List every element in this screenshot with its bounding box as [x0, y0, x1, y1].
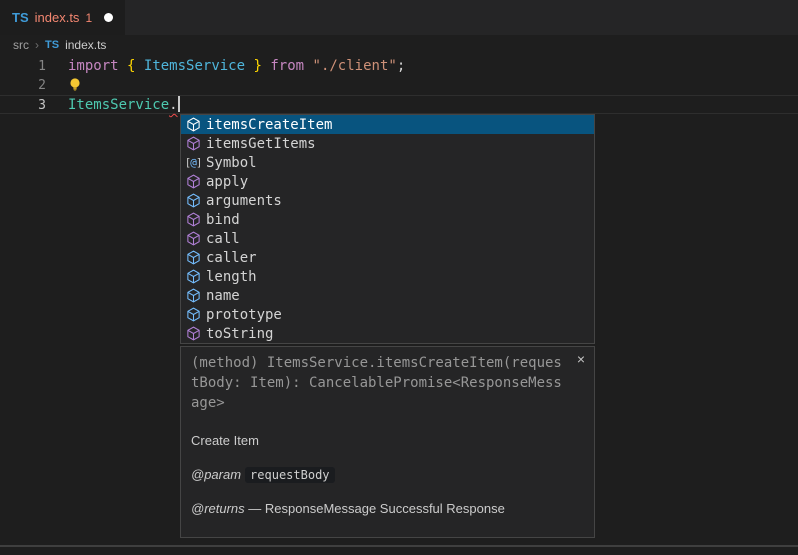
- suggest-item-label: length: [206, 269, 257, 285]
- suggest-item-itemsCreateItem[interactable]: itemsCreateItem: [181, 115, 594, 134]
- tab-bar: TS index.ts 1: [0, 0, 798, 35]
- suggest-item-name[interactable]: name: [181, 286, 594, 305]
- suggest-item-label: Symbol: [206, 155, 257, 171]
- suggest-item-arguments[interactable]: arguments: [181, 191, 594, 210]
- suggest-item-label: toString: [206, 326, 273, 342]
- suggest-item-label: itemsGetItems: [206, 136, 316, 152]
- line-number: 3: [0, 96, 46, 113]
- field-icon: [185, 193, 201, 209]
- line-number: 1: [0, 57, 46, 76]
- suggest-item-caller[interactable]: caller: [181, 248, 594, 267]
- doc-param-row: @param requestBody: [191, 467, 584, 482]
- suggest-item-label: apply: [206, 174, 248, 190]
- suggest-item-label: call: [206, 231, 240, 247]
- suggest-item-Symbol[interactable]: [@] Symbol: [181, 153, 594, 172]
- suggest-item-label: itemsCreateItem: [206, 117, 332, 133]
- doc-description: Create Item: [191, 433, 584, 448]
- method-icon: [185, 326, 201, 342]
- method-icon: [185, 212, 201, 228]
- code-token: }: [253, 58, 261, 74]
- field-icon: [185, 307, 201, 323]
- method-icon: [185, 136, 201, 152]
- code-token: import: [68, 58, 119, 74]
- code-text: [68, 76, 82, 95]
- returns-tag: @returns: [191, 501, 245, 516]
- suggest-item-apply[interactable]: apply: [181, 172, 594, 191]
- doc-returns-row: @returns — ResponseMessage Successful Re…: [191, 501, 584, 516]
- symbol-icon: [@]: [185, 155, 201, 171]
- code-token: [119, 58, 127, 74]
- method-icon: [185, 117, 201, 133]
- method-icon: [185, 174, 201, 190]
- suggest-item-length[interactable]: length: [181, 267, 594, 286]
- returns-text: — ResponseMessage Successful Response: [248, 501, 505, 516]
- lightbulb-icon[interactable]: [68, 77, 82, 98]
- intellisense-suggest-widget: itemsCreateItem itemsGetItems [@] Symbol app…: [180, 114, 595, 344]
- breadcrumb-folder[interactable]: src: [13, 38, 29, 52]
- code-line[interactable]: 3 ItemsService.: [0, 95, 798, 114]
- tab-index-ts[interactable]: TS index.ts 1: [0, 0, 125, 35]
- text-cursor: [178, 96, 180, 112]
- doc-throws-row: @throws — ApiError: [191, 535, 584, 538]
- suggest-item-toString[interactable]: toString: [181, 324, 594, 343]
- method-icon: [185, 231, 201, 247]
- code-token: from: [270, 58, 304, 74]
- param-name-chip: requestBody: [245, 467, 334, 483]
- breadcrumb: src › TS index.ts: [0, 35, 798, 55]
- close-icon[interactable]: ×: [577, 352, 585, 366]
- code-line[interactable]: 1 import { ItemsService } from "./client"…: [0, 57, 798, 76]
- code-text: import { ItemsService } from "./client";: [68, 57, 405, 76]
- typescript-icon: TS: [45, 39, 59, 51]
- code-token: ;: [397, 58, 405, 74]
- suggest-item-label: caller: [206, 250, 257, 266]
- documentation-body: Create Item @param requestBody @returns —…: [181, 419, 594, 538]
- typescript-icon: TS: [12, 10, 29, 25]
- code-token: [304, 58, 312, 74]
- tab-filename: index.ts: [35, 10, 80, 25]
- code-text: ItemsService.: [68, 96, 180, 113]
- code-token: ItemsService: [68, 97, 169, 113]
- vscode-window: TS index.ts 1 src › TS index.ts 1 import …: [0, 0, 798, 555]
- tab-error-count: 1: [85, 11, 92, 25]
- code-token: "./client": [313, 58, 397, 74]
- suggest-item-label: name: [206, 288, 240, 304]
- code-line[interactable]: 2: [0, 76, 798, 95]
- suggest-item-label: bind: [206, 212, 240, 228]
- suggest-item-label: arguments: [206, 193, 282, 209]
- suggest-details-panel: (method) ItemsService.itemsCreateItem(re…: [180, 346, 595, 538]
- line-number: 2: [0, 76, 46, 95]
- unsaved-changes-dot[interactable]: [104, 13, 113, 22]
- suggest-item-label: prototype: [206, 307, 282, 323]
- panel-sash[interactable]: [0, 545, 798, 547]
- throws-tag: @throws: [191, 535, 243, 538]
- throws-text: — ApiError: [246, 535, 310, 538]
- field-icon: [185, 269, 201, 285]
- field-icon: [185, 288, 201, 304]
- field-icon: [185, 250, 201, 266]
- chevron-right-icon: ›: [35, 38, 39, 52]
- code-token: ItemsService: [144, 58, 245, 74]
- method-signature: (method) ItemsService.itemsCreateItem(re…: [181, 347, 594, 419]
- param-tag: @param: [191, 467, 241, 482]
- suggest-item-call[interactable]: call: [181, 229, 594, 248]
- code-token: .: [169, 97, 177, 113]
- code-token: [135, 58, 143, 74]
- suggest-item-prototype[interactable]: prototype: [181, 305, 594, 324]
- breadcrumb-file[interactable]: index.ts: [65, 38, 106, 52]
- suggest-item-itemsGetItems[interactable]: itemsGetItems: [181, 134, 594, 153]
- suggest-item-bind[interactable]: bind: [181, 210, 594, 229]
